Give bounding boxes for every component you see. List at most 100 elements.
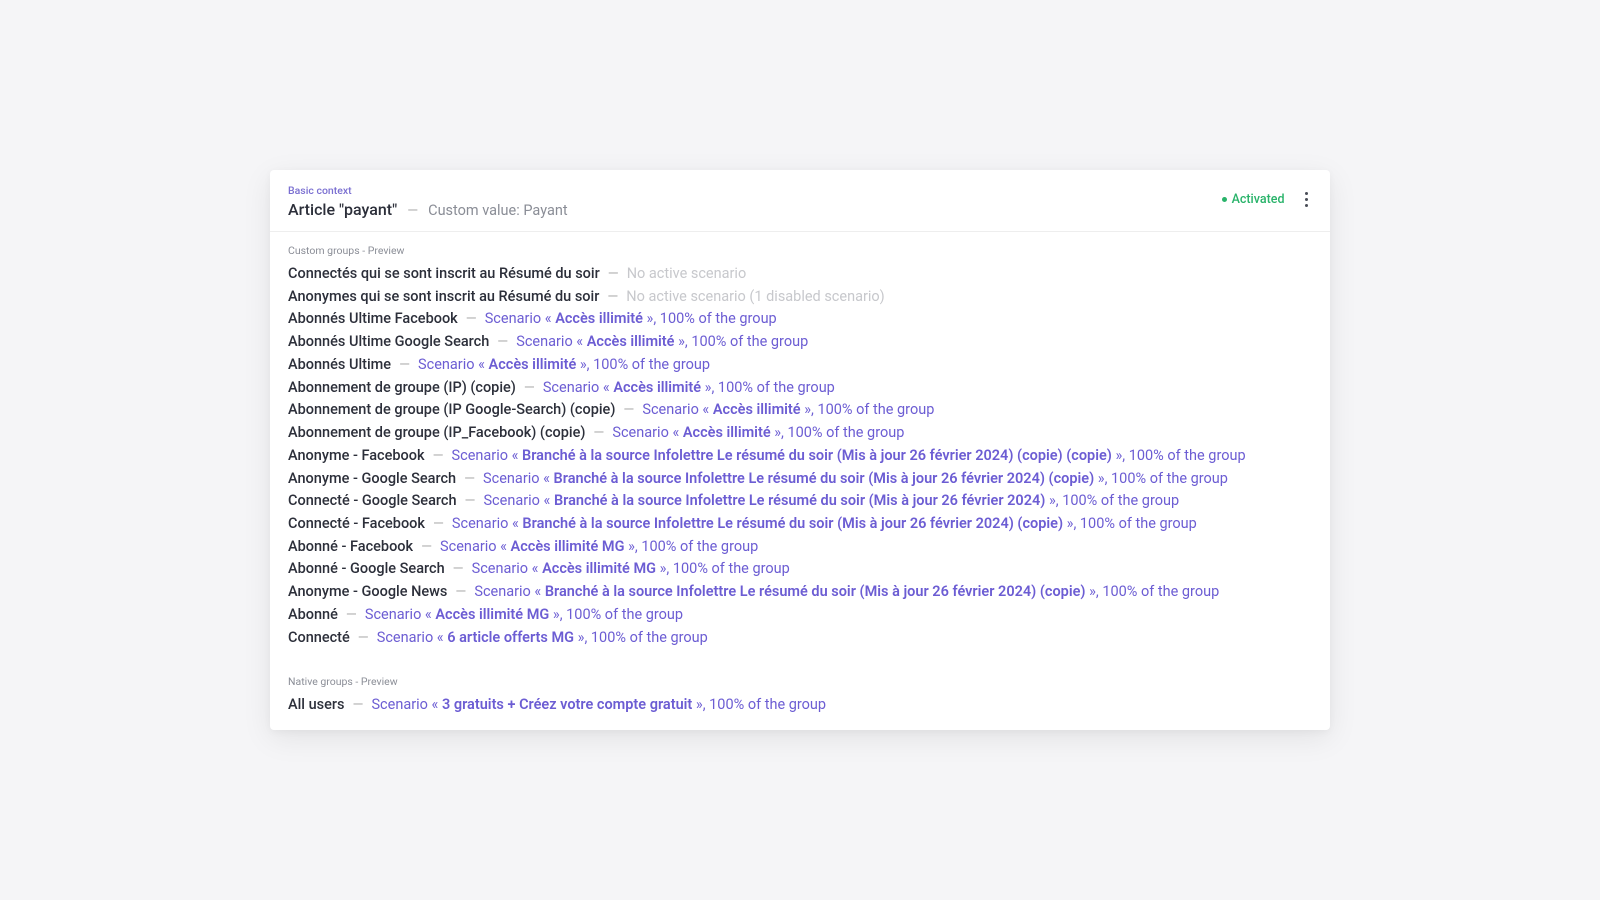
group-row: Connecté - Facebook—Scenario « Branché à… (288, 512, 1312, 535)
row-dash: — (464, 471, 475, 487)
scenario-suffix: », 100% of the group (1063, 515, 1197, 532)
row-dash: — (497, 334, 508, 350)
row-dash: — (353, 697, 364, 713)
kebab-dot-icon (1305, 204, 1309, 208)
scenario-link[interactable]: Scenario « Accès illimité », 100% of the… (485, 310, 777, 327)
row-dash: — (346, 607, 357, 623)
group-row: All users — Scenario « 3 gratuits + Créez … (288, 694, 1312, 717)
header-right: Activated (1222, 184, 1312, 210)
scenario-link[interactable]: Scenario « Branché à la source Infolettr… (452, 447, 1246, 464)
scenario-prefix: Scenario « (543, 379, 614, 396)
group-row: Abonnement de groupe (IP) (copie)—Scenar… (288, 376, 1312, 399)
group-row: Anonyme - Google Search — Scenario « Branc… (288, 467, 1312, 490)
scenario-name: Accès illimité (683, 424, 771, 441)
custom-groups-list: Connectés qui se sont inscrit au Résumé … (270, 263, 1330, 663)
scenario-name: Accès illimité MG (435, 606, 549, 623)
title-row: Article "payant" — Custom value: Payant (288, 200, 1222, 219)
group-name: Anonyme - Facebook (288, 447, 425, 464)
scenario-link[interactable]: Scenario « Accès illimité MG », 100% of … (472, 560, 790, 577)
custom-value-label: Custom value: Payant (428, 202, 567, 219)
row-dash: — (607, 289, 618, 305)
group-name: Connecté - Google Search (288, 492, 457, 509)
group-row: Connecté—Scenario « 6 article offerts MG… (288, 626, 1312, 649)
scenario-suffix: », 100% of the group (701, 379, 835, 396)
group-row: Anonymes qui se sont inscrit au Résumé d… (288, 285, 1312, 308)
group-row: Anonyme - Google News—Scenario « Branché… (288, 581, 1312, 604)
group-name: Abonnement de groupe (IP Google-Search) … (288, 401, 615, 418)
row-dash: — (433, 448, 444, 464)
scenario-prefix: Scenario « (418, 356, 489, 373)
group-row: Abonné - Facebook—Scenario « Accès illim… (288, 535, 1312, 558)
group-row: Abonnement de groupe (IP Google-Search) … (288, 399, 1312, 422)
title-dash: — (407, 203, 418, 219)
scenario-name: Accès illimité (555, 310, 643, 327)
header-left: Basic context Article "payant" — Custom … (288, 184, 1222, 219)
group-name: Abonnés Ultime Google Search (288, 333, 489, 350)
group-name: Anonymes qui se sont inscrit au Résumé d… (288, 288, 599, 305)
scenario-suffix: », 100% of the group (674, 333, 808, 350)
scenario-link[interactable]: Scenario « 3 gratuits + Créez votre comp… (371, 696, 826, 713)
group-name: Abonné (288, 606, 338, 623)
scenario-prefix: Scenario « (474, 583, 545, 600)
group-row: Abonnement de groupe (IP_Facebook) (copi… (288, 422, 1312, 445)
scenario-prefix: Scenario « (516, 333, 587, 350)
scenario-link[interactable]: Scenario « Branché à la source Infolettr… (452, 515, 1197, 532)
scenario-prefix: Scenario « (440, 538, 511, 555)
scenario-suffix: », 100% of the group (1045, 492, 1179, 509)
row-dash: — (623, 402, 634, 418)
scenario-suffix: », 100% of the group (692, 696, 826, 713)
group-name: Abonné - Google Search (288, 560, 445, 577)
scenario-prefix: Scenario « (472, 560, 543, 577)
scenario-name: Branché à la source Infolettre Le résumé… (522, 447, 1112, 464)
scenario-link[interactable]: Scenario « 6 article offerts MG », 100% … (377, 629, 708, 646)
scenario-suffix: », 100% of the group (625, 538, 759, 555)
scenario-name: Branché à la source Infolettre Le résumé… (522, 515, 1063, 532)
scenario-link[interactable]: Scenario « Accès illimité MG », 100% of … (440, 538, 758, 555)
scenario-link[interactable]: Scenario « Accès illimité », 100% of the… (612, 424, 904, 441)
group-row: Connectés qui se sont inscrit au Résumé … (288, 263, 1312, 286)
more-menu-button[interactable] (1301, 190, 1313, 210)
article-title: Article "payant" (288, 200, 397, 219)
scenario-suffix: », 100% of the group (771, 424, 905, 441)
group-row: Abonnés Ultime Google Search — Scenario « … (288, 331, 1312, 354)
row-dash: — (421, 539, 432, 555)
scenario-prefix: Scenario « (365, 606, 436, 623)
scenario-link[interactable]: Scenario « Branché à la source Infolettr… (474, 583, 1219, 600)
group-row: Anonyme - Facebook — Scenario « Branché à … (288, 444, 1312, 467)
scenario-name: Accès illimité (713, 401, 801, 418)
scenario-prefix: Scenario « (612, 424, 683, 441)
scenario-link[interactable]: Scenario « Accès illimité », 100% of the… (642, 401, 934, 418)
scenario-prefix: Scenario « (452, 447, 523, 464)
scenario-link[interactable]: Scenario « Branché à la source Infolettr… (483, 492, 1179, 509)
status-badge: Activated (1222, 192, 1285, 207)
group-name: Abonnement de groupe (IP_Facebook) (copi… (288, 424, 585, 441)
row-dash: — (608, 266, 619, 282)
context-card: Basic context Article "payant" — Custom … (270, 170, 1330, 731)
scenario-name: Branché à la source Infolettre Le résumé… (554, 492, 1045, 509)
kebab-dot-icon (1305, 198, 1309, 202)
scenario-prefix: Scenario « (483, 470, 554, 487)
scenario-name: 6 article offerts MG (447, 629, 574, 646)
row-dash: — (465, 493, 476, 509)
row-dash: — (433, 516, 444, 532)
row-dash: — (593, 425, 604, 441)
scenario-prefix: Scenario « (485, 310, 556, 327)
scenario-name: Accès illimité MG (542, 560, 656, 577)
group-name: Anonyme - Google Search (288, 470, 456, 487)
scenario-link[interactable]: Scenario « Accès illimité MG », 100% of … (365, 606, 683, 623)
scenario-link[interactable]: Scenario « Accès illimité », 100% of the… (516, 333, 808, 350)
scenario-prefix: Scenario « (483, 492, 554, 509)
scenario-link[interactable]: Scenario « Branché à la source Infolettr… (483, 470, 1228, 487)
scenario-link[interactable]: Scenario « Accès illimité », 100% of the… (543, 379, 835, 396)
group-name: Abonnés Ultime (288, 356, 391, 373)
group-name: All users (288, 696, 345, 713)
card-header: Basic context Article "payant" — Custom … (270, 170, 1330, 232)
custom-groups-label: Custom groups - Preview (270, 232, 1330, 263)
group-row: Abonnés Ultime — Scenario « Accès illimité… (288, 353, 1312, 376)
scenario-link[interactable]: Scenario « Accès illimité », 100% of the… (418, 356, 710, 373)
scenario-name: Branché à la source Infolettre Le résumé… (554, 470, 1095, 487)
row-dash: — (399, 357, 410, 373)
inactive-scenario-text: No active scenario (627, 265, 747, 282)
basic-context-label: Basic context (288, 184, 1222, 197)
scenario-suffix: », 100% of the group (1112, 447, 1246, 464)
